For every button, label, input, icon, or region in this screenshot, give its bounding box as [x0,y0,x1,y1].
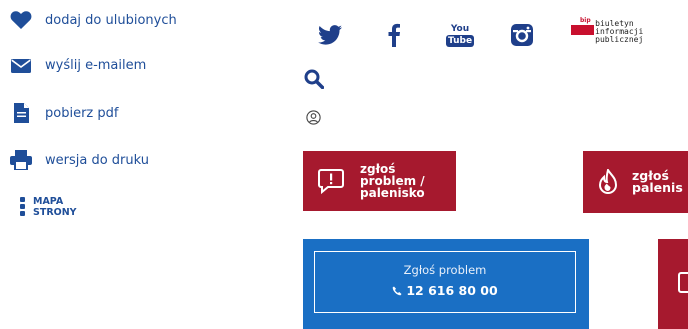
send-email-link[interactable]: wyślij e-mailem [10,58,146,73]
phone-icon [392,284,402,299]
facebook-icon [388,23,400,47]
printer-icon [10,150,32,170]
user-account-button[interactable] [306,110,321,125]
send-email-label: wyślij e-mailem [45,58,147,73]
bip-link[interactable]: bip biuletyn informacji publicznej [571,17,688,44]
hotline-box[interactable]: Zgłoś problem 12 616 80 00 [303,239,589,329]
print-version-label: wersja do druku [45,152,149,168]
hotline-frame: Zgłoś problem 12 616 80 00 [314,251,576,313]
report-furnace-button[interactable]: zgłoś palenis [583,151,688,213]
instagram-icon [511,24,533,46]
report-secondary-button[interactable] [658,239,688,329]
sitemap-label-line2: STRONY [33,207,77,218]
hotline-title: Zgłoś problem [403,263,487,277]
report-problem-line3: palenisko [360,186,425,200]
bip-logo-icon: bip [571,17,594,37]
document-icon [10,103,32,123]
youtube-icon: You Tube [445,23,475,47]
flame-icon [598,169,618,194]
twitter-link[interactable] [318,25,342,45]
search-button[interactable] [304,69,325,90]
add-to-favorites-label: dodaj do ulubionych [45,12,177,28]
print-version-link[interactable]: wersja do druku [10,150,149,170]
bip-badge-text: bip [580,17,591,24]
download-pdf-label: pobierz pdf [45,105,119,121]
sitemap-label-line1: MAPA [33,196,64,207]
user-icon [306,110,321,125]
youtube-link[interactable]: You Tube [445,20,475,50]
search-icon [304,69,325,90]
download-pdf-link[interactable]: pobierz pdf [10,103,118,123]
bip-label-line2: informacji publicznej [595,27,644,44]
youtube-tube-text: Tube [445,34,475,47]
report-furnace-line2: palenis [632,180,683,195]
heart-icon [10,10,32,30]
hotline-phone-row: 12 616 80 00 [315,283,575,299]
youtube-you-text: You [450,23,470,34]
chat-icon [678,272,688,293]
instagram-link[interactable] [511,24,533,46]
envelope-icon [10,58,32,73]
sitemap-icon [20,197,25,216]
hotline-phone-number: 12 616 80 00 [406,283,498,298]
sitemap-link[interactable]: MAPA STRONY [20,196,77,218]
add-to-favorites-link[interactable]: dodaj do ulubionych [10,10,177,30]
report-problem-button[interactable]: zgłoś problem / palenisko [303,151,456,211]
warning-chat-icon [318,169,344,194]
facebook-link[interactable] [388,23,400,47]
twitter-icon [318,25,342,45]
